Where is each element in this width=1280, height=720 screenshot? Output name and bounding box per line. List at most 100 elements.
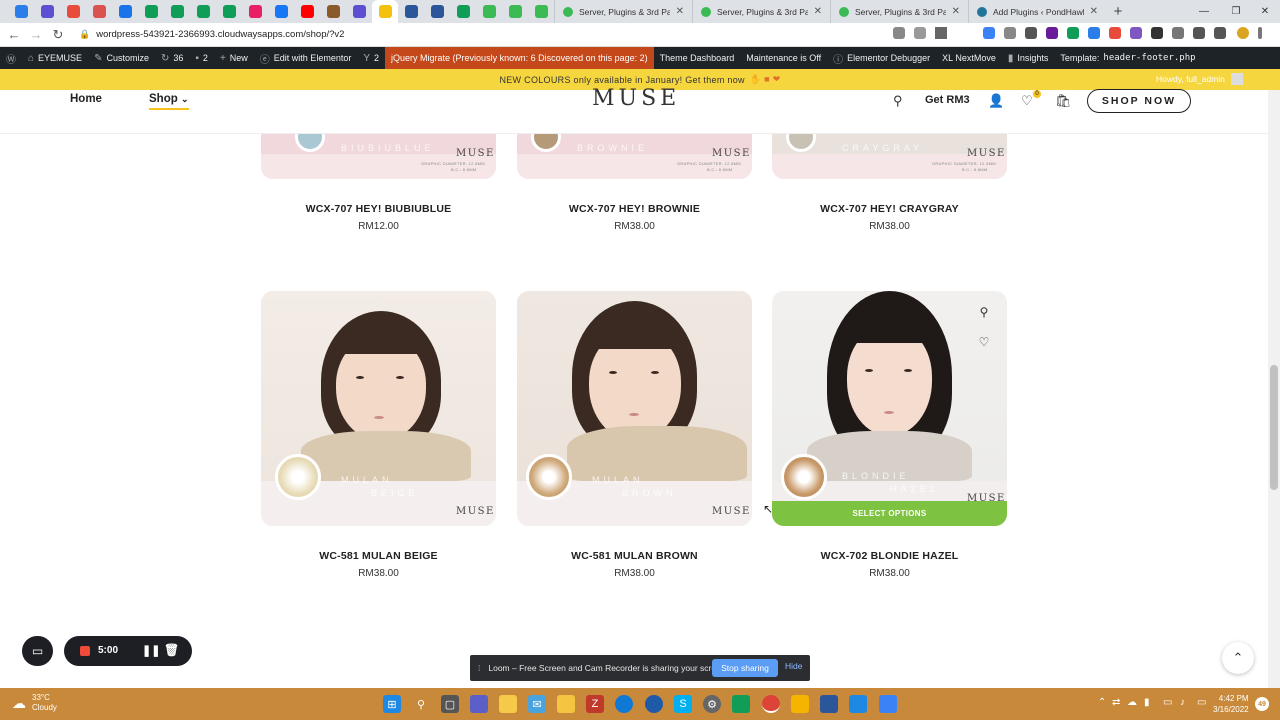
wp-maintenance[interactable]: Maintenance is Off	[740, 47, 827, 69]
battery-icon[interactable]: ▭	[1197, 697, 1206, 708]
user-icon[interactable]: 👤	[988, 93, 1004, 109]
browser-tab[interactable]	[502, 0, 528, 23]
display-icon[interactable]: ▭	[1163, 697, 1172, 708]
calculator-icon[interactable]	[849, 695, 867, 713]
product-title[interactable]: WCX-702 BLONDIE HAZEL	[772, 550, 1007, 562]
extension-icon[interactable]	[1004, 27, 1016, 39]
add-to-wishlist-heart-icon[interactable]: ♡	[975, 333, 993, 351]
trash-icon[interactable]: 🗑	[164, 643, 179, 657]
wp-xl-nextmove[interactable]: XL NextMove	[936, 47, 1002, 69]
pause-icon[interactable]: ❚❚	[142, 644, 160, 657]
wp-jquery-migrate[interactable]: jQuery Migrate (Previously known: 6 Disc…	[385, 47, 654, 69]
wp-insights[interactable]: ▮ Insights	[1002, 47, 1055, 69]
share-icon[interactable]	[914, 27, 926, 39]
window-close-button[interactable]: ✕	[1248, 0, 1280, 23]
wp-comments[interactable]: ▪ 2	[189, 47, 214, 69]
loom-camera-button[interactable]: ▭	[22, 636, 53, 666]
onedrive-cloud-icon[interactable]: ☁	[1127, 697, 1137, 708]
extension-icon[interactable]	[1151, 27, 1163, 39]
browser-tab[interactable]	[320, 0, 346, 23]
notification-badge[interactable]: 49	[1255, 697, 1269, 711]
get-rm3-link[interactable]: Get RM3	[925, 94, 970, 106]
browser-tab[interactable]	[60, 0, 86, 23]
extension-icon[interactable]	[1046, 27, 1058, 39]
product-title[interactable]: WCX-707 HEY! BIUBIUBLUE	[261, 203, 496, 215]
wp-updates[interactable]: ↻ 36	[155, 47, 189, 69]
scrollbar-thumb[interactable]	[1270, 365, 1278, 490]
browser-tab[interactable]: Server, Plugins & 3rd Party ✕	[830, 0, 968, 23]
shop-now-button[interactable]: SHOP NOW	[1087, 89, 1191, 113]
stop-sharing-button[interactable]: Stop sharing	[712, 659, 778, 677]
browser-tab[interactable]	[112, 0, 138, 23]
browser-tab[interactable]	[294, 0, 320, 23]
browser-tab[interactable]	[242, 0, 268, 23]
filezilla-icon[interactable]: Z	[586, 695, 604, 713]
browser-tab[interactable]	[8, 0, 34, 23]
bookmark-star-icon[interactable]	[935, 27, 947, 39]
product-image[interactable]: CRAYGRAY MUSE GRAPHIC DIAMETER: 12.5MM B…	[772, 134, 1007, 179]
browser-tab[interactable]	[528, 0, 554, 23]
settings-gear-icon[interactable]: ⚙	[703, 695, 721, 713]
browser-tab[interactable]	[216, 0, 242, 23]
browser-tab[interactable]	[268, 0, 294, 23]
browser-tab[interactable]	[190, 0, 216, 23]
search-icon[interactable]: ⚲	[893, 93, 903, 109]
product-image[interactable]: MULAN BROWN MUSE	[517, 291, 752, 526]
window-minimize-button[interactable]: —	[1187, 0, 1221, 23]
tab-close-icon[interactable]: ✕	[814, 6, 822, 17]
nav-home[interactable]: Home	[70, 93, 102, 105]
teams-chat-icon[interactable]	[470, 695, 488, 713]
tray-chevron-up-icon[interactable]: ⌃	[1098, 697, 1106, 708]
app-icon[interactable]	[791, 695, 809, 713]
product-image[interactable]: BROWNIE MUSE GRAPHIC DIAMETER: 12.5MM B.…	[517, 134, 752, 179]
stop-recording-icon[interactable]	[80, 646, 90, 656]
tab-close-icon[interactable]: ✕	[952, 6, 960, 17]
product-image[interactable]: MULAN BEIGE MUSE	[261, 291, 496, 526]
weather-widget[interactable]: ☁ 33°C Cloudy	[12, 693, 57, 713]
tray-app-icon[interactable]: ⇄	[1112, 697, 1120, 708]
spreadsheet-icon[interactable]	[732, 695, 750, 713]
file-explorer-icon[interactable]	[557, 695, 575, 713]
wp-customize[interactable]: ✎ Customize	[88, 47, 155, 69]
quick-view-search-icon[interactable]: ⚲	[975, 303, 993, 321]
wp-howdy[interactable]: Howdy, full_admin	[1156, 74, 1225, 84]
hide-button[interactable]: Hide	[785, 661, 802, 671]
menu-dots-icon[interactable]	[1258, 27, 1262, 39]
chrome-icon[interactable]	[762, 695, 780, 713]
back-arrow-icon[interactable]: ←	[3, 23, 25, 47]
wishlist-heart-icon[interactable]: ♡	[1021, 93, 1033, 109]
extension-icon[interactable]	[1109, 27, 1121, 39]
browser-tab[interactable]: Add Plugins ‹ PondHawk — ✕	[968, 0, 1106, 23]
photos-icon[interactable]	[879, 695, 897, 713]
extension-icon[interactable]	[1088, 27, 1100, 39]
mail-icon[interactable]: ✉	[528, 695, 546, 713]
extension-icon[interactable]	[1172, 27, 1184, 39]
cast-icon[interactable]	[893, 27, 905, 39]
browser-tab[interactable]	[138, 0, 164, 23]
profile-avatar[interactable]	[1237, 27, 1249, 39]
browser-tab[interactable]: Server, Plugins & 3rd Party ✕	[554, 0, 692, 23]
product-title[interactable]: WCX-707 HEY! CRAYGRAY	[772, 203, 1007, 215]
system-clock[interactable]: 4:42 PM 3/16/2022	[1213, 693, 1249, 715]
nav-shop[interactable]: Shop ⌄	[149, 93, 189, 110]
tab-close-icon[interactable]: ✕	[1090, 6, 1098, 17]
forward-arrow-icon[interactable]: →	[25, 23, 47, 47]
browser-tab[interactable]: Server, Plugins & 3rd Party ✕	[692, 0, 830, 23]
wp-template[interactable]: Template: header-footer.php	[1054, 47, 1201, 69]
wp-edit-elementor[interactable]: ⓔ Edit with Elementor	[254, 47, 358, 69]
tray-app-icon[interactable]: ▮	[1144, 697, 1150, 708]
browser-tab[interactable]	[450, 0, 476, 23]
product-title[interactable]: WC-581 MULAN BEIGE	[261, 550, 496, 562]
search-icon[interactable]: ⚲	[412, 695, 430, 713]
edge-browser-icon[interactable]	[615, 695, 633, 713]
site-logo[interactable]: MUSE	[592, 86, 680, 111]
product-image[interactable]: BLONDIE HAZEL MUSE SELECT OPTIONS ⚲ ♡	[772, 291, 1007, 526]
drag-handle-icon[interactable]: ⁞	[478, 663, 480, 673]
word-icon[interactable]	[820, 695, 838, 713]
address-input[interactable]: wordpress-543921-2366993.cloudwaysapps.c…	[96, 29, 344, 40]
browser-tab[interactable]	[86, 0, 112, 23]
browser-tab[interactable]	[372, 0, 398, 23]
product-title[interactable]: WCX-707 HEY! BROWNIE	[517, 203, 752, 215]
volume-icon[interactable]: ♪	[1180, 697, 1185, 708]
product-image[interactable]: BIUBIUBLUE MUSE GRAPHIC DIAMETER: 12.5MM…	[261, 134, 496, 179]
